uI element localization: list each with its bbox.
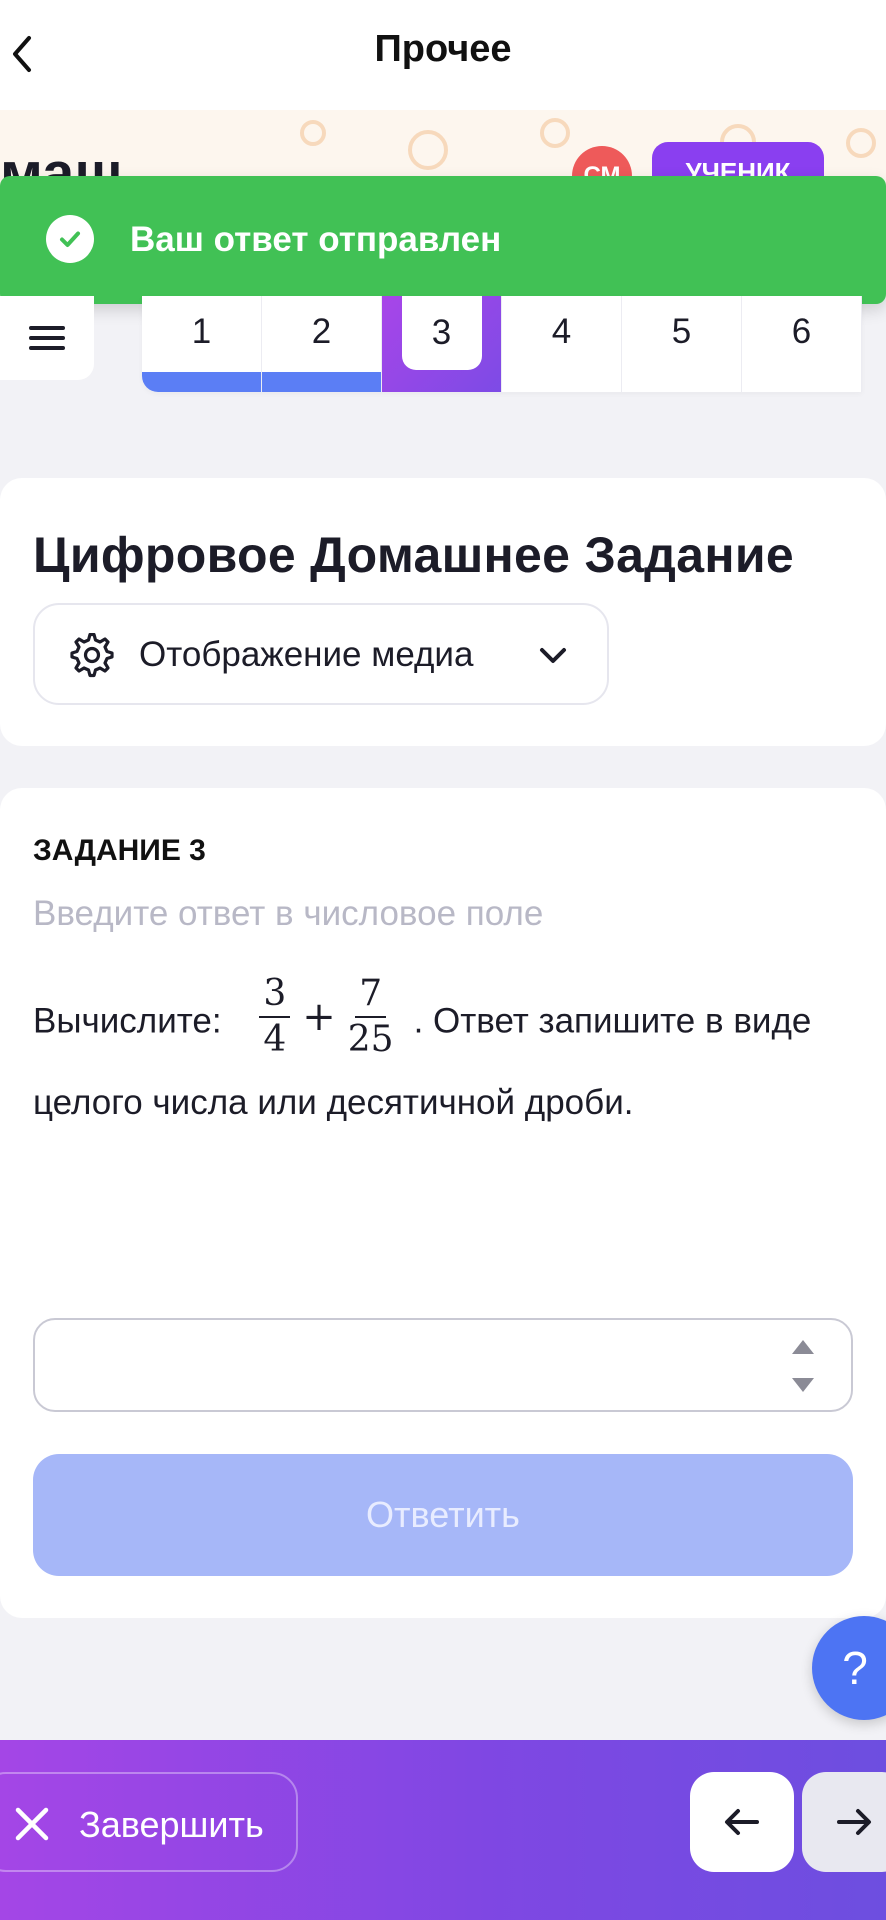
number-stepper[interactable]: [790, 1340, 816, 1392]
close-icon: [15, 1807, 49, 1841]
decor-leaf-icon: [300, 120, 326, 146]
fraction-a: 3 4: [255, 972, 294, 1062]
fraction-a-denominator: 4: [263, 1019, 287, 1060]
task-tab-label: 4: [551, 312, 572, 351]
task-tab-3[interactable]: 3: [382, 296, 502, 392]
arrow-right-icon: [837, 1809, 871, 1835]
success-toast: Ваш ответ отправлен: [0, 176, 886, 304]
math-operator: +: [302, 994, 336, 1040]
question-prefix: Вычислите:: [33, 1001, 222, 1041]
fraction-b-denominator: 25: [347, 1019, 394, 1060]
check-circle-icon: [46, 215, 94, 263]
assignment-header-card: Цифровое Домашнее Задание Отображение ме…: [0, 478, 886, 746]
task-tab-active-indicator: 3: [401, 296, 482, 370]
math-expression: 3 4 + 7 25: [255, 972, 397, 1062]
help-button[interactable]: ?: [812, 1616, 886, 1720]
decor-leaf-icon: [540, 118, 570, 148]
fraction-a-numerator: 3: [259, 972, 291, 1018]
menu-button[interactable]: [0, 296, 94, 380]
decor-leaf-icon: [408, 130, 448, 170]
media-display-label: Отображение медиа: [139, 635, 474, 674]
chevron-down-icon: [540, 648, 566, 663]
task-tab-label: 1: [191, 312, 212, 351]
toast-message: Ваш ответ отправлен: [130, 220, 502, 259]
task-question: Вычислите: 3 4 + 7 25 . Ответ запишите в…: [33, 973, 863, 1138]
hamburger-menu-icon: [29, 326, 65, 350]
task-hint: Введите ответ в числовое поле: [33, 894, 544, 933]
fraction-b: 7 25: [344, 972, 398, 1062]
task-tab-label: 5: [671, 312, 692, 351]
submit-answer-button[interactable]: Ответить: [33, 1454, 853, 1576]
finish-label: Завершить: [79, 1804, 264, 1845]
task-tab-5[interactable]: 5: [622, 296, 742, 392]
task-tab-6[interactable]: 6: [742, 296, 862, 392]
previous-task-button[interactable]: [690, 1772, 794, 1872]
task-number-label: ЗАДАНИЕ 3: [33, 834, 206, 867]
task-tab-4[interactable]: 4: [502, 296, 622, 392]
top-navbar: Прочее: [0, 0, 886, 110]
next-task-button[interactable]: [802, 1772, 886, 1872]
task-tab-label: 6: [791, 312, 812, 351]
bottom-action-bar: Завершить: [0, 1740, 886, 1920]
answer-number-input[interactable]: [33, 1318, 853, 1412]
task-tab-label: 2: [311, 312, 332, 351]
finish-button[interactable]: Завершить: [0, 1772, 298, 1872]
page-title: Прочее: [374, 28, 512, 70]
task-tab-label: 3: [431, 313, 452, 352]
assignment-title: Цифровое Домашнее Задание: [33, 527, 794, 583]
stepper-up-icon[interactable]: [792, 1340, 814, 1354]
decor-leaf-icon: [846, 128, 876, 158]
arrow-left-icon: [725, 1809, 759, 1835]
task-card: ЗАДАНИЕ 3 Введите ответ в числовое поле …: [0, 788, 886, 1618]
stepper-down-icon[interactable]: [792, 1378, 814, 1392]
task-tab-2[interactable]: 2: [262, 296, 382, 392]
fraction-b-numerator: 7: [355, 972, 387, 1018]
gear-icon: [70, 633, 114, 678]
task-navigator: 1 2 3 4 5 6: [142, 296, 862, 392]
task-tab-1[interactable]: 1: [142, 296, 262, 392]
media-display-dropdown[interactable]: Отображение медиа: [33, 603, 609, 705]
